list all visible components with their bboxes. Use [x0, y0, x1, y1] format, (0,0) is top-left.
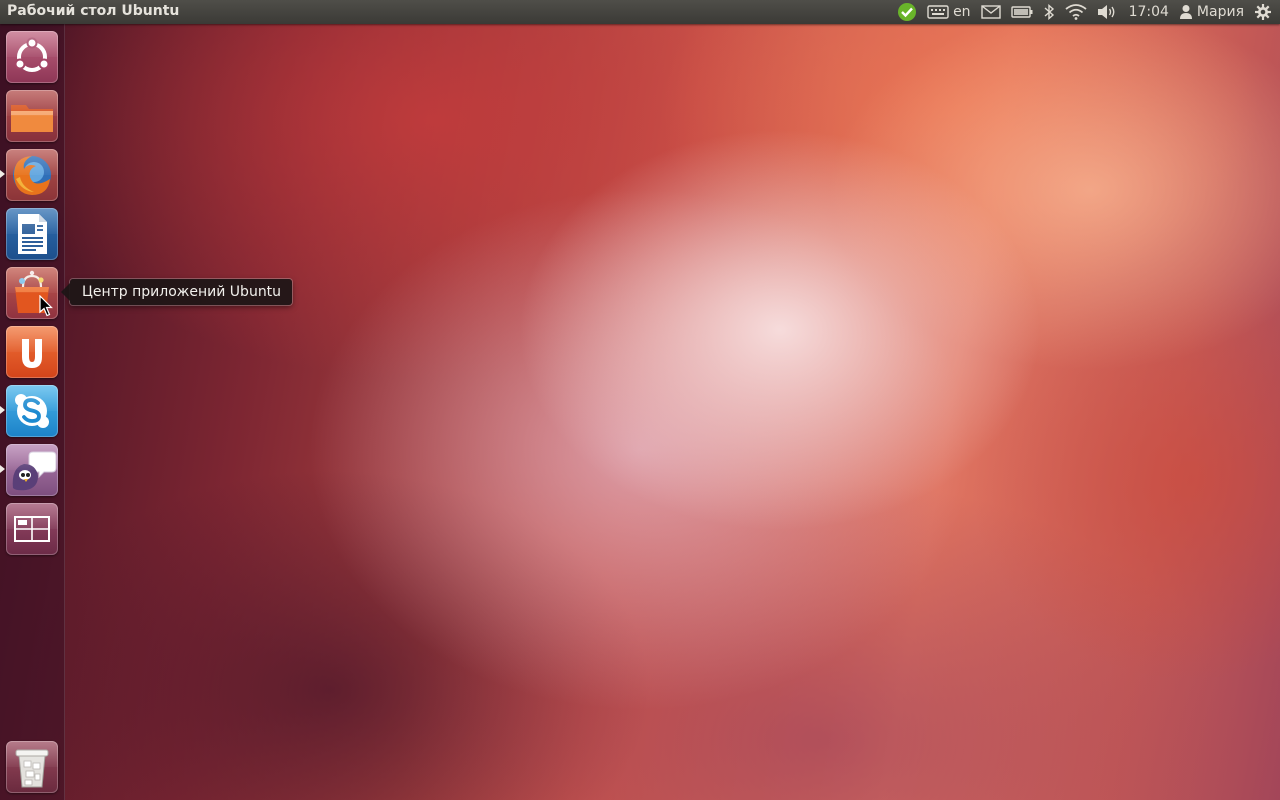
bluetooth-indicator[interactable] — [1038, 0, 1060, 24]
envelope-icon — [980, 5, 1001, 19]
indicator-area: en 17:04 Мария — [892, 0, 1280, 24]
launcher-item-workspace-switcher[interactable] — [6, 503, 58, 555]
clock-label: 17:04 — [1128, 4, 1169, 20]
top-panel: Рабочий стол Ubuntu en 17:04 Мария — [0, 0, 1280, 24]
network-indicator[interactable] — [1060, 0, 1092, 24]
skype-running-pip — [0, 406, 5, 414]
mail-indicator[interactable] — [976, 0, 1006, 24]
launcher-item-pidgin[interactable] — [6, 444, 58, 496]
launcher-item-ubuntu-one[interactable] — [6, 326, 58, 378]
user-indicator[interactable]: Мария — [1174, 0, 1249, 24]
user-icon — [1179, 4, 1193, 20]
wifi-icon — [1065, 4, 1087, 20]
launcher-item-home-folder[interactable] — [6, 90, 58, 142]
keyboard-indicator[interactable]: en — [922, 0, 976, 24]
messaging-indicator[interactable] — [892, 0, 922, 24]
mouse-cursor-icon — [39, 294, 53, 321]
gear-icon — [1254, 3, 1272, 21]
session-indicator[interactable] — [1249, 0, 1280, 24]
panel-title: Рабочий стол Ubuntu — [7, 3, 180, 19]
speaker-icon — [1097, 4, 1117, 20]
user-name-label: Мария — [1196, 4, 1244, 20]
launcher-tooltip: Центр приложений Ubuntu — [60, 279, 293, 305]
desktop-wallpaper[interactable] — [0, 0, 1280, 800]
launcher-item-firefox[interactable] — [6, 149, 58, 201]
launcher-item-trash[interactable] — [6, 741, 58, 793]
launcher — [0, 24, 65, 800]
sound-indicator[interactable] — [1092, 0, 1122, 24]
bluetooth-icon — [1043, 4, 1055, 20]
keyboard-layout-label: en — [953, 4, 971, 20]
clock-indicator[interactable]: 17:04 — [1122, 0, 1174, 24]
launcher-item-dash-home[interactable] — [6, 31, 58, 83]
pidgin-running-pip — [0, 465, 5, 473]
keyboard-icon — [927, 5, 949, 19]
launcher-item-libreoffice-writer[interactable] — [6, 208, 58, 260]
firefox-running-pip — [0, 170, 5, 178]
battery-indicator[interactable] — [1006, 0, 1038, 24]
launcher-item-skype[interactable] — [6, 385, 58, 437]
green-check-icon — [897, 2, 917, 22]
battery-icon — [1010, 6, 1033, 18]
